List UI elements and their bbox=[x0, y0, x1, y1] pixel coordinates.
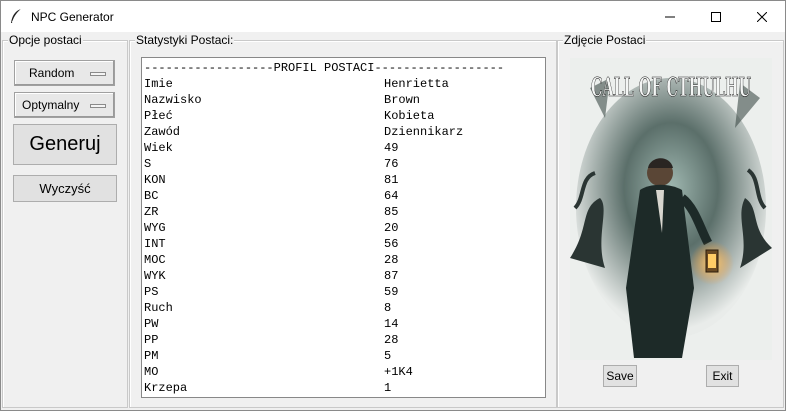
stat-key: KON bbox=[144, 173, 166, 187]
character-photo: CALL OF CTHULHU bbox=[570, 58, 772, 360]
stat-key: PM bbox=[144, 349, 159, 363]
stat-value: 56 bbox=[384, 237, 399, 251]
stat-row: PP 28 bbox=[144, 333, 542, 349]
close-button[interactable] bbox=[739, 1, 785, 32]
stat-key: ZR bbox=[144, 205, 159, 219]
options-frame-label: Opcje postaci bbox=[8, 33, 83, 47]
maximize-button[interactable] bbox=[693, 1, 739, 32]
stat-value: 28 bbox=[384, 253, 399, 267]
stat-key: S bbox=[144, 157, 152, 171]
stat-key: PP bbox=[144, 333, 159, 347]
stat-row: WYG 20 bbox=[144, 221, 542, 237]
minimize-button[interactable] bbox=[647, 1, 693, 32]
stat-row: Krzepa 1 bbox=[144, 381, 542, 397]
stat-row: Ruch 8 bbox=[144, 301, 542, 317]
clear-button[interactable]: Wyczyść bbox=[13, 175, 117, 202]
stat-value: Dziennikarz bbox=[384, 125, 464, 139]
mode-select[interactable]: Random bbox=[14, 60, 115, 86]
stat-row: PM 5 bbox=[144, 349, 542, 365]
stat-key: PS bbox=[144, 285, 159, 299]
stat-key: BC bbox=[144, 189, 159, 203]
stat-value: 20 bbox=[384, 221, 399, 235]
exit-button[interactable]: Exit bbox=[706, 365, 739, 387]
maximize-icon bbox=[711, 11, 721, 22]
stat-row: Wiek 49 bbox=[144, 141, 542, 157]
profile-header-line: ------------------PROFIL POSTACI--------… bbox=[144, 61, 505, 75]
stat-key: MO bbox=[144, 365, 159, 379]
stat-key: INT bbox=[144, 237, 166, 251]
call-of-cthulhu-cover-image: CALL OF CTHULHU bbox=[570, 58, 772, 360]
method-select[interactable]: Optymalny bbox=[14, 92, 115, 118]
stat-row: MOC 28 bbox=[144, 253, 542, 269]
stat-row: Płeć Kobieta bbox=[144, 109, 542, 125]
stat-row: S 76 bbox=[144, 157, 542, 173]
dropdown-indicator-icon bbox=[90, 72, 106, 76]
stat-key: Nazwisko bbox=[144, 93, 202, 107]
stat-value: +1K4 bbox=[384, 365, 413, 379]
stat-row: Zawód Dziennikarz bbox=[144, 125, 542, 141]
stat-value: 49 bbox=[384, 141, 399, 155]
stat-value: 28 bbox=[384, 333, 399, 347]
stat-row: MO +1K4 bbox=[144, 365, 542, 381]
stat-value: Brown bbox=[384, 93, 421, 107]
stat-value: 59 bbox=[384, 285, 399, 299]
stat-row: Imie Henrietta bbox=[144, 77, 542, 93]
stat-row: KON 81 bbox=[144, 173, 542, 189]
stat-value: Henrietta bbox=[384, 77, 449, 91]
stat-value: 8 bbox=[384, 301, 392, 315]
stats-textbox[interactable]: ------------------PROFIL POSTACI--------… bbox=[141, 57, 546, 398]
photo-frame-label: Zdjęcie Postaci bbox=[563, 33, 647, 47]
stat-key: WYG bbox=[144, 221, 166, 235]
stat-row: Nazwisko Brown bbox=[144, 93, 542, 109]
stats-frame-label: Statystyki Postaci: bbox=[135, 33, 235, 47]
stat-key: Krzepa bbox=[144, 381, 188, 395]
cover-logo: CALL OF CTHULHU bbox=[591, 73, 751, 103]
stat-key: MOC bbox=[144, 253, 166, 267]
stat-row: WYK 87 bbox=[144, 269, 542, 285]
stat-value: 64 bbox=[384, 189, 399, 203]
stat-key: Zawód bbox=[144, 125, 181, 139]
stat-row: INT 56 bbox=[144, 237, 542, 253]
stat-key: Płeć bbox=[144, 109, 173, 123]
save-button[interactable]: Save bbox=[603, 365, 637, 387]
stat-value: 1 bbox=[384, 381, 392, 395]
stat-value: 85 bbox=[384, 205, 399, 219]
generate-button[interactable]: Generuj bbox=[13, 124, 117, 165]
stat-key: PW bbox=[144, 317, 159, 331]
window-title: NPC Generator bbox=[31, 10, 114, 24]
title-bar: NPC Generator bbox=[1, 1, 785, 32]
stat-value: 81 bbox=[384, 173, 399, 187]
stat-key: Wiek bbox=[144, 141, 173, 155]
stat-key: Ruch bbox=[144, 301, 173, 315]
stat-row: ZR 85 bbox=[144, 205, 542, 221]
stat-key: WYK bbox=[144, 269, 166, 283]
stat-value: Kobieta bbox=[384, 109, 435, 123]
feather-icon bbox=[11, 8, 22, 23]
stat-value: 5 bbox=[384, 349, 392, 363]
stat-row: BC 64 bbox=[144, 189, 542, 205]
stat-value: 87 bbox=[384, 269, 399, 283]
stat-value: 76 bbox=[384, 157, 399, 171]
method-select-value: Optymalny bbox=[22, 98, 80, 112]
close-icon bbox=[757, 11, 767, 22]
stat-key: Imie bbox=[144, 77, 173, 91]
stat-value: 14 bbox=[384, 317, 399, 331]
mode-select-value: Random bbox=[29, 66, 75, 80]
stat-row: PW 14 bbox=[144, 317, 542, 333]
dropdown-indicator-icon bbox=[90, 104, 106, 108]
minimize-icon bbox=[665, 16, 675, 17]
stat-row: PS 59 bbox=[144, 285, 542, 301]
